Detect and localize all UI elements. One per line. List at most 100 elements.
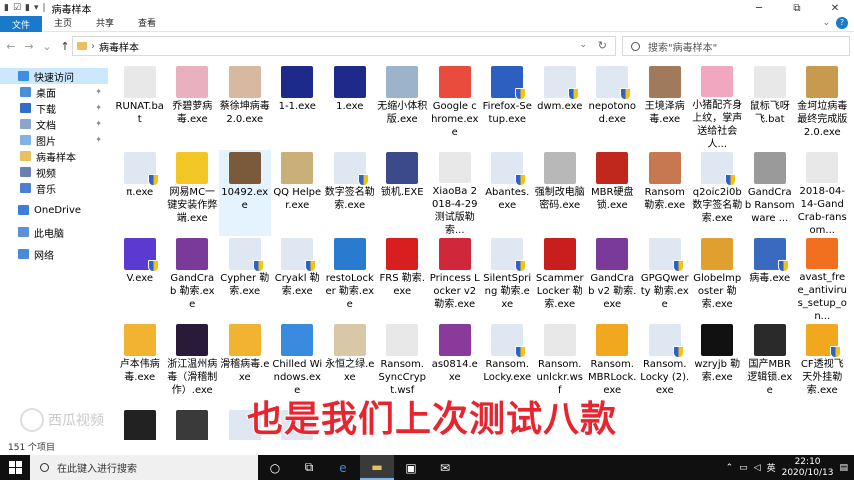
file-item[interactable]: Princess Locker v2 勒索.exe [429,236,481,322]
mail-icon[interactable]: ✉ [428,455,462,480]
file-item[interactable]: Abantes.exe [482,150,534,236]
file-name: Cypher 勒索.exe [220,273,270,297]
file-item[interactable]: SilentSpring 勒索.exe [482,236,534,322]
tab-file[interactable]: 文件 [0,15,43,32]
file-item[interactable]: GandCrab 勒索.exe [167,236,219,322]
file-item[interactable]: Ransom. Locky (2).exe [639,322,691,408]
file-item[interactable]: q2oic2i0b 数字签名勒索.exe [692,150,744,236]
sidebar-item-this-pc[interactable]: 此电脑 [0,224,108,240]
sidebar-item-music[interactable]: 音乐 [0,180,108,196]
maximize-button[interactable]: ⧉ [778,0,816,16]
file-item[interactable]: 1.exe [324,64,376,150]
tab-share[interactable]: 共享 [84,16,126,32]
file-item[interactable]: 浙江温州病毒（滑稽制作）.exe [167,322,219,408]
search-input[interactable]: 搜索"病毒样本" [622,36,850,56]
file-item[interactable]: restoLocker 勒索.exe [324,236,376,322]
file-item[interactable]: 王境泽病毒.exe [639,64,691,150]
volume-icon[interactable]: ◁ [754,463,761,473]
file-item[interactable]: Ransom勒索.exe [639,150,691,236]
file-item[interactable]: 乔碧萝病毒.exe [167,64,219,150]
file-item[interactable]: wzryjb 勒索.exe [692,322,744,408]
file-item[interactable]: 鼠标飞呀飞.bat [744,64,796,150]
file-item[interactable]: Cypher 勒索.exe [219,236,271,322]
file-item[interactable]: ScammerLocker 勒索.exe [534,236,586,322]
file-explorer-icon[interactable]: ▬ [360,455,394,480]
folder-small-icon[interactable]: ▮ [25,3,30,13]
network-icon[interactable]: ▭ [739,463,748,473]
minimize-button[interactable]: ─ [740,0,778,16]
edge-icon[interactable]: e [326,455,360,480]
path-segment[interactable]: 病毒样本 [99,39,139,54]
file-item[interactable]: 蔡徐坤病毒2.0.exe [219,64,271,150]
taskbar: 在此键入进行搜索 ○ ⧉ e ▬ ▣ ✉ ⌃ ▭ ◁ 英 22:10 2020/… [0,455,854,480]
sidebar-item-pictures[interactable]: 图片 ✦ [0,132,108,148]
file-item[interactable]: 病毒.exe [744,236,796,322]
file-item[interactable]: XiaoBa 2018-4-29测试版勒索... [429,150,481,236]
file-item[interactable]: FRS 勒索.exe [377,236,429,322]
sidebar-item-documents[interactable]: 文档 ✦ [0,116,108,132]
file-item[interactable]: 网易MC一键安装作弊端.exe [167,150,219,236]
sidebar-item-videos[interactable]: 视频 [0,164,108,180]
file-item[interactable]: RUNAT.bat [114,64,166,150]
file-item[interactable] [114,408,166,440]
help-icon[interactable]: ? [836,17,848,29]
file-item[interactable]: GandCrab v2 勒索.exe [587,236,639,322]
file-item[interactable]: 卢本伟病毒.exe [114,322,166,408]
file-item[interactable]: 金坷垃病毒最终完成版2.0.exe [797,64,849,150]
file-item[interactable]: MBR硬盘锁.exe [587,150,639,236]
start-button[interactable] [0,455,30,480]
cortana-icon[interactable]: ○ [258,455,292,480]
file-item[interactable]: GandCrab Ransomware ... [744,150,796,236]
sidebar-item-onedrive[interactable]: OneDrive [0,202,108,218]
sidebar-item-downloads[interactable]: 下载 ✦ [0,100,108,116]
file-item[interactable]: 强制改电脑密码.exe [534,150,586,236]
dropdown-icon[interactable]: ▾ [34,3,39,13]
file-item[interactable]: 锁机.EXE [377,150,429,236]
file-item[interactable]: Google chrome.exe [429,64,481,150]
file-item[interactable]: QQ Helper.exe [272,150,324,236]
sidebar-item-quick-access[interactable]: 快速访问 [0,68,108,84]
checkbox-icon[interactable]: ☑ [13,3,21,13]
ime-indicator[interactable]: 英 [767,461,776,474]
file-item[interactable]: 数字签名勒索.exe [324,150,376,236]
file-item[interactable]: Firefox-Setup.exe [482,64,534,150]
file-item[interactable]: 无缩小体积版.exe [377,64,429,150]
file-item[interactable]: 2018-04-14-GandCrab-ransom... [797,150,849,236]
refresh-icon[interactable]: ↻ [598,39,607,52]
sidebar-item-virus-samples[interactable]: 病毒样本 [0,148,108,164]
store-icon[interactable]: ▣ [394,455,428,480]
file-item[interactable]: 小猪配齐身上纹，掌声送给社会人... [692,64,744,150]
taskbar-search-input[interactable]: 在此键入进行搜索 [30,455,258,480]
path-chevron-icon[interactable]: › [91,41,95,52]
file-item[interactable]: dwm.exe [534,64,586,150]
file-item[interactable]: 10492.exe [219,150,271,236]
file-item[interactable]: avast_free_antivirus_setup_on... [797,236,849,322]
file-item[interactable]: CF透视飞天外挂勒索.exe [797,322,849,408]
clock[interactable]: 22:10 2020/10/13 [782,457,834,479]
close-button[interactable]: ✕ [816,0,854,16]
sidebar-item-network[interactable]: 网络 [0,246,108,262]
back-arrow-icon[interactable]: ← [4,40,18,53]
recent-dropdown-icon[interactable]: ⌄ [40,40,54,53]
ribbon-expand-icon[interactable]: ⌄ [822,18,830,28]
file-item[interactable] [167,408,219,440]
task-view-icon[interactable]: ⧉ [292,455,326,480]
file-item[interactable]: Cryakl 勒索.exe [272,236,324,322]
file-item[interactable]: V.exe [114,236,166,322]
file-item[interactable]: 1-1.exe [272,64,324,150]
file-item[interactable]: nepotonod.exe [587,64,639,150]
file-item[interactable]: Globelmposter 勒索.exe [692,236,744,322]
address-dropdown-icon[interactable]: ⌄ [579,40,587,50]
up-arrow-icon[interactable]: ↑ [58,40,72,53]
show-hidden-icon[interactable]: ⌃ [726,463,734,473]
forward-arrow-icon[interactable]: → [22,40,36,53]
notification-icon[interactable]: ▤ [839,463,848,473]
file-item[interactable]: GPGQwerty 勒索.exe [639,236,691,322]
address-input[interactable]: › 病毒样本 ⌄ ↻ [72,36,616,56]
sidebar-item-desktop[interactable]: 桌面 ✦ [0,84,108,100]
folder-icon[interactable]: ▮ [4,3,9,13]
tab-home[interactable]: 主页 [42,16,84,32]
tab-view[interactable]: 查看 [126,16,168,32]
file-item[interactable]: 国产MBR逻辑锁.exe [744,322,796,408]
file-item[interactable]: π.exe [114,150,166,236]
